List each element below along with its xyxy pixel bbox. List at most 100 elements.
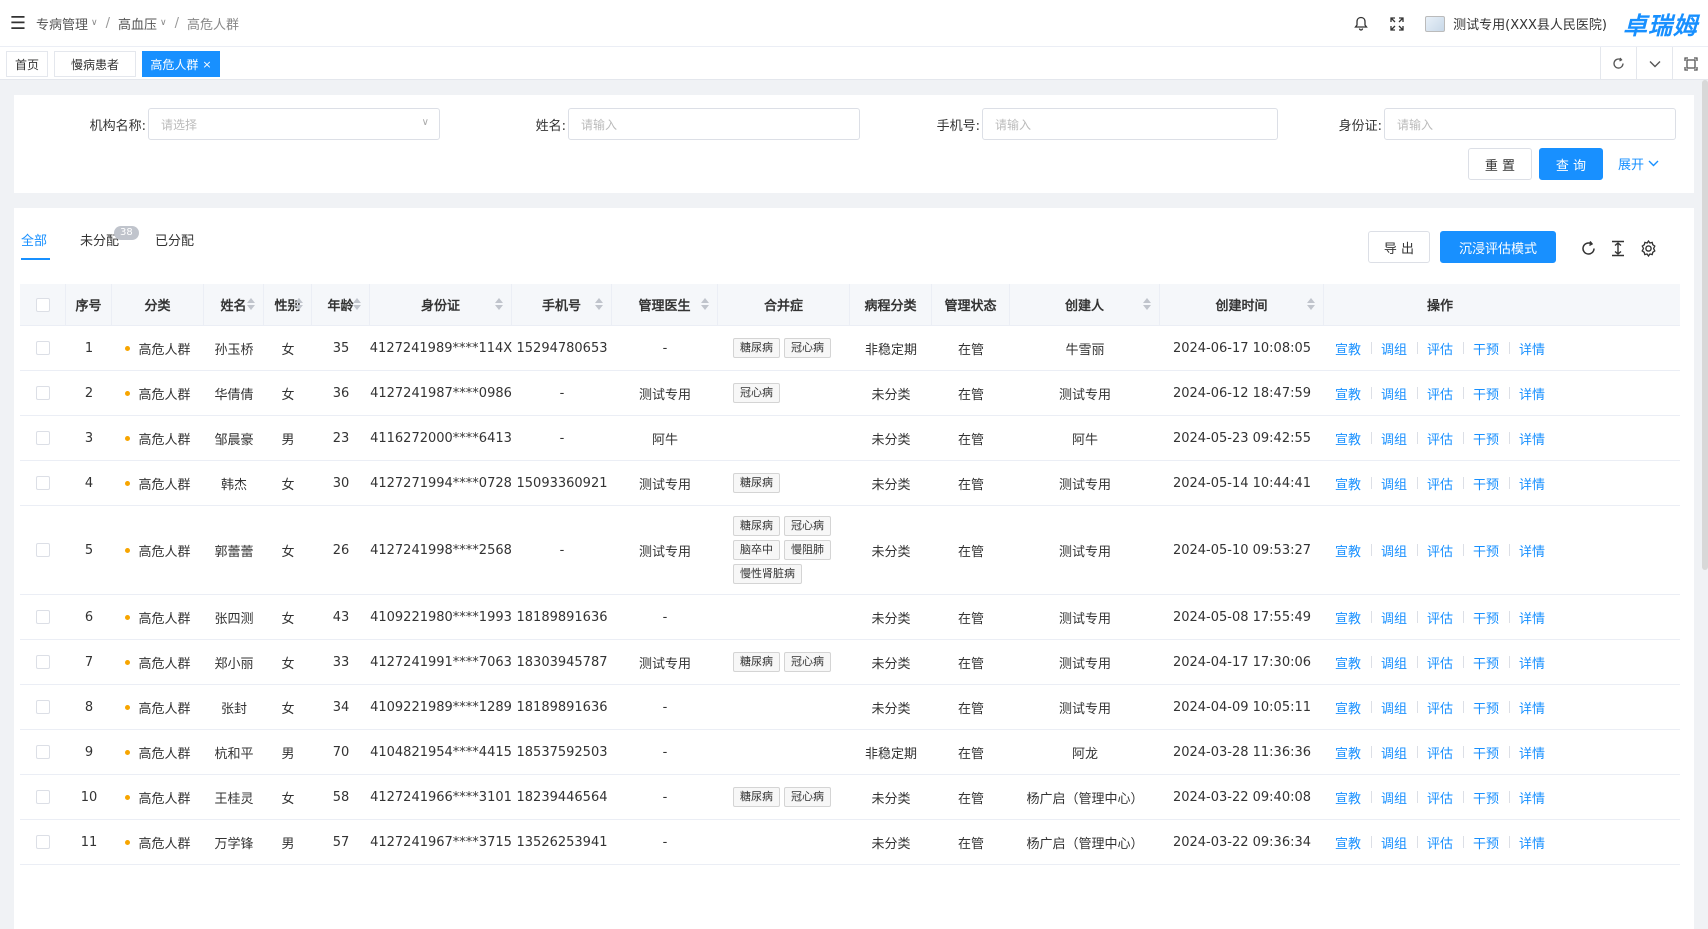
row-checkbox[interactable] xyxy=(36,790,50,804)
education-link[interactable]: 宣教 xyxy=(1325,474,1371,493)
regroup-link[interactable]: 调组 xyxy=(1370,653,1417,672)
intervene-link[interactable]: 干预 xyxy=(1463,384,1509,403)
sort-icon[interactable] xyxy=(701,297,709,311)
chevron-down-icon[interactable] xyxy=(1636,47,1672,80)
breadcrumb-item-disease[interactable]: 专病管理 ∨ xyxy=(36,14,98,33)
education-link[interactable]: 宣教 xyxy=(1325,339,1371,358)
regroup-link[interactable]: 调组 xyxy=(1370,788,1417,807)
row-checkbox[interactable] xyxy=(36,610,50,624)
sort-icon[interactable] xyxy=(1143,297,1151,311)
reset-button[interactable]: 重 置 xyxy=(1468,148,1532,180)
detail-link[interactable]: 详情 xyxy=(1509,653,1555,672)
query-button[interactable]: 查 询 xyxy=(1539,148,1603,180)
id-input[interactable]: 请输入 xyxy=(1384,108,1676,140)
regroup-link[interactable]: 调组 xyxy=(1370,833,1417,852)
sort-icon[interactable] xyxy=(353,297,361,311)
sort-icon[interactable] xyxy=(495,297,503,311)
detail-link[interactable]: 详情 xyxy=(1509,743,1555,762)
row-checkbox[interactable] xyxy=(36,745,50,759)
table-row[interactable]: 11 高危人群 万学锋 男 57 4127241967****3715 1352625394… xyxy=(20,820,1680,865)
regroup-link[interactable]: 调组 xyxy=(1370,384,1417,403)
row-checkbox[interactable] xyxy=(36,543,50,557)
col-name-header[interactable]: 姓名 xyxy=(204,284,264,325)
education-link[interactable]: 宣教 xyxy=(1325,833,1371,852)
col-doctor-header[interactable]: 管理医生 xyxy=(612,284,718,325)
intervene-link[interactable]: 干预 xyxy=(1463,429,1509,448)
assess-link[interactable]: 评估 xyxy=(1416,833,1463,852)
regroup-link[interactable]: 调组 xyxy=(1370,474,1417,493)
table-row[interactable]: 4 高危人群 韩杰 女 30 4127271994****0728 15093360921 测… xyxy=(20,461,1680,506)
row-checkbox[interactable] xyxy=(36,431,50,445)
intervene-link[interactable]: 干预 xyxy=(1463,788,1509,807)
assess-link[interactable]: 评估 xyxy=(1416,698,1463,717)
education-link[interactable]: 宣教 xyxy=(1325,541,1371,560)
education-link[interactable]: 宣教 xyxy=(1325,788,1371,807)
detail-link[interactable]: 详情 xyxy=(1509,833,1555,852)
intervene-link[interactable]: 干预 xyxy=(1463,608,1509,627)
sort-icon[interactable] xyxy=(595,297,603,311)
regroup-link[interactable]: 调组 xyxy=(1370,608,1417,627)
table-row[interactable]: 6 高危人群 张四测 女 43 4109221980****1993 18189891636… xyxy=(20,595,1680,640)
regroup-link[interactable]: 调组 xyxy=(1370,541,1417,560)
breadcrumb-item-hypertension[interactable]: 高血压 ∨ xyxy=(118,14,167,33)
row-checkbox[interactable] xyxy=(36,700,50,714)
assess-link[interactable]: 评估 xyxy=(1416,608,1463,627)
row-checkbox[interactable] xyxy=(36,476,50,490)
column-height-icon[interactable] xyxy=(1608,238,1628,258)
detail-link[interactable]: 详情 xyxy=(1509,474,1555,493)
intervene-link[interactable]: 干预 xyxy=(1463,743,1509,762)
assess-link[interactable]: 评估 xyxy=(1416,653,1463,672)
maximize-icon[interactable] xyxy=(1672,47,1708,80)
close-icon[interactable]: × xyxy=(202,58,211,71)
phone-input[interactable]: 请输入 xyxy=(982,108,1278,140)
hospital-selector[interactable]: 测试专用(XXX县人民医院) xyxy=(1425,14,1607,33)
detail-link[interactable]: 详情 xyxy=(1509,698,1555,717)
menu-fold-icon[interactable]: ☰ xyxy=(0,0,36,47)
detail-link[interactable]: 详情 xyxy=(1509,788,1555,807)
col-id-card-header[interactable]: 身份证 xyxy=(370,284,512,325)
education-link[interactable]: 宣教 xyxy=(1325,608,1371,627)
detail-link[interactable]: 详情 xyxy=(1509,541,1555,560)
row-checkbox[interactable] xyxy=(36,655,50,669)
intervene-link[interactable]: 干预 xyxy=(1463,698,1509,717)
sort-icon[interactable] xyxy=(295,297,303,311)
intervene-link[interactable]: 干预 xyxy=(1463,474,1509,493)
intervene-link[interactable]: 干预 xyxy=(1463,653,1509,672)
tab-chronic-patients[interactable]: 慢病患者 xyxy=(54,51,136,77)
fullscreen-icon[interactable] xyxy=(1379,16,1415,31)
education-link[interactable]: 宣教 xyxy=(1325,384,1371,403)
tab-home[interactable]: 首页 xyxy=(6,51,48,77)
tab-high-risk[interactable]: 高危人群 × xyxy=(142,51,220,77)
table-row[interactable]: 10 高危人群 王桂灵 女 58 4127241966****3101 1823944656… xyxy=(20,775,1680,820)
col-phone-header[interactable]: 手机号 xyxy=(512,284,612,325)
regroup-link[interactable]: 调组 xyxy=(1370,743,1417,762)
education-link[interactable]: 宣教 xyxy=(1325,653,1371,672)
intervene-link[interactable]: 干预 xyxy=(1463,339,1509,358)
assess-link[interactable]: 评估 xyxy=(1416,788,1463,807)
detail-link[interactable]: 详情 xyxy=(1509,608,1555,627)
table-row[interactable]: 5 高危人群 郭蕾蕾 女 26 4127241998****2568 - 测试专用 糖尿病 冠心病… xyxy=(20,506,1680,595)
assess-link[interactable]: 评估 xyxy=(1416,384,1463,403)
subtab-all[interactable]: 全部 xyxy=(21,230,47,249)
sort-icon[interactable] xyxy=(1307,297,1315,311)
table-row[interactable]: 7 高危人群 郑小丽 女 33 4127241991****7063 18303945787… xyxy=(20,640,1680,685)
assess-link[interactable]: 评估 xyxy=(1416,429,1463,448)
assess-link[interactable]: 评估 xyxy=(1416,474,1463,493)
regroup-link[interactable]: 调组 xyxy=(1370,698,1417,717)
regroup-link[interactable]: 调组 xyxy=(1370,429,1417,448)
intervene-link[interactable]: 干预 xyxy=(1463,541,1509,560)
education-link[interactable]: 宣教 xyxy=(1325,429,1371,448)
col-age-header[interactable]: 年龄 xyxy=(312,284,370,325)
assess-link[interactable]: 评估 xyxy=(1416,743,1463,762)
intervene-link[interactable]: 干预 xyxy=(1463,833,1509,852)
table-row[interactable]: 3 高危人群 邹晨豪 男 23 4116272000****6413 - 阿牛 未分类 在管 阿牛 2… xyxy=(20,416,1680,461)
education-link[interactable]: 宣教 xyxy=(1325,698,1371,717)
export-button[interactable]: 导 出 xyxy=(1368,231,1430,263)
page-scrollbar[interactable] xyxy=(1702,80,1708,570)
assess-link[interactable]: 评估 xyxy=(1416,541,1463,560)
detail-link[interactable]: 详情 xyxy=(1509,429,1555,448)
col-sex-header[interactable]: 性别 xyxy=(264,284,312,325)
org-select[interactable]: 请选择 ∨ xyxy=(148,108,440,140)
sort-icon[interactable] xyxy=(247,297,255,311)
detail-link[interactable]: 详情 xyxy=(1509,384,1555,403)
